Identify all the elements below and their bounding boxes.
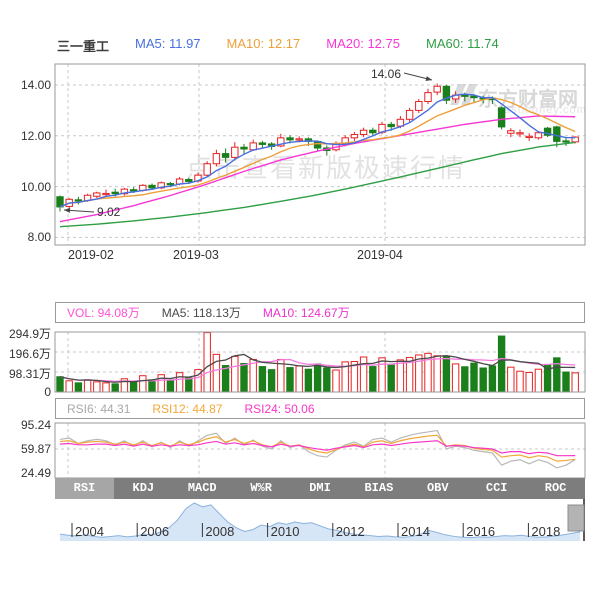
axis-tick-label: 294.9万	[1, 325, 51, 342]
tab-obv[interactable]: OBV	[408, 478, 467, 499]
rsi-series	[60, 431, 575, 468]
axis-tick-label: 8.00	[1, 230, 51, 244]
legend-ma20: MA20: 12.75	[326, 36, 400, 55]
year-label: 2006	[140, 524, 169, 539]
year-label: 2004	[75, 524, 104, 539]
stock-chart-app: { "colors":{ "up":"#e62222","down":"#1b7…	[0, 0, 600, 600]
tab-roc[interactable]: ROC	[526, 478, 585, 499]
legend-ma60: MA60: 11.74	[426, 36, 499, 55]
year-label: 2010	[271, 524, 300, 539]
legend-rsi6: RSI6: 44.31	[67, 402, 130, 416]
annotations: 14.06 9.02	[64, 67, 432, 219]
x-tick-2019-03: 2019-03	[173, 248, 219, 262]
axis-tick-label: 95.24	[1, 418, 51, 432]
price-annotation: 14.06	[371, 67, 401, 81]
tab-kdj[interactable]: KDJ	[114, 478, 173, 499]
tab-dmi[interactable]: DMI	[291, 478, 350, 499]
promo-watermark: 点击查看新版极速行情	[186, 148, 466, 185]
tab-rsi[interactable]: RSI	[55, 478, 114, 499]
tab-macd[interactable]: MACD	[173, 478, 232, 499]
indicator-tab-bar[interactable]: RSIKDJMACDW%RDMIBIASOBVCCIROC	[55, 478, 585, 499]
stock-name: 三一重工	[57, 36, 109, 55]
axis-tick-label: 12.00	[1, 129, 51, 143]
x-tick-2019-04: 2019-04	[357, 248, 403, 262]
rsi-legend: RSI6: 44.31 RSI12: 44.87 RSI24: 50.06	[55, 398, 585, 419]
axis-tick-label: 98.31万	[1, 365, 51, 382]
year-label: 2008	[205, 524, 234, 539]
year-label: 2012	[336, 524, 365, 539]
x-tick-2019-02: 2019-02	[68, 248, 114, 262]
tab-wr[interactable]: W%R	[232, 478, 291, 499]
year-label: 2014	[401, 524, 430, 539]
legend-vol-ma10: MA10: 124.67万	[263, 304, 350, 321]
legend-vol-value: VOL: 94.08万	[67, 304, 140, 321]
legend-vol-ma5: MA5: 118.13万	[162, 304, 241, 321]
brand-domain-watermark: eastmoney.com	[497, 104, 587, 116]
range-slider-handle[interactable]	[568, 505, 584, 531]
volume-series	[57, 333, 579, 392]
price-annotation: 9.02	[97, 205, 121, 219]
legend-rsi12: RSI12: 44.87	[152, 402, 222, 416]
timeline-navigator[interactable]: 2004 2006 2008 2010 2012 2014 2016 2018	[60, 499, 584, 541]
axis-tick-label: 24.49	[1, 466, 51, 480]
axis-tick-label: 196.6万	[1, 345, 51, 362]
legend-ma10: MA10: 12.17	[227, 36, 301, 55]
legend-ma5: MA5: 11.97	[135, 36, 201, 55]
axis-tick-label: 0	[1, 385, 51, 399]
year-label: 2018	[531, 524, 560, 539]
axis-tick-label: 14.00	[1, 78, 51, 92]
year-label: 2016	[466, 524, 495, 539]
main-chart-legend: 三一重工 MA5: 11.97 MA10: 12.17 MA20: 12.75 …	[57, 36, 499, 55]
tab-cci[interactable]: CCI	[467, 478, 526, 499]
legend-rsi24: RSI24: 50.06	[244, 402, 314, 416]
tab-bias[interactable]: BIAS	[349, 478, 408, 499]
volume-legend: VOL: 94.08万 MA5: 118.13万 MA10: 124.67万	[55, 302, 585, 323]
eastmoney-logo-watermark	[450, 84, 476, 105]
axis-tick-label: 10.00	[1, 180, 51, 194]
axis-tick-label: 59.87	[1, 442, 51, 456]
